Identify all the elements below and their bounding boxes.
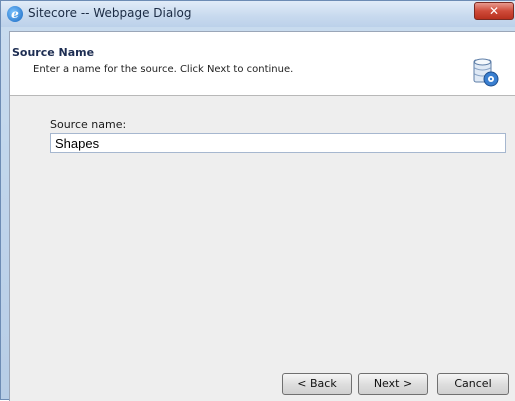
close-icon: ✕	[488, 4, 500, 18]
next-button[interactable]: Next >	[358, 373, 428, 395]
step-title: Source Name	[12, 46, 95, 59]
step-description: Enter a name for the source. Click Next …	[33, 64, 294, 75]
webpage-dialog-window: e Sitecore -- Webpage Dialog ✕ Source Na…	[0, 0, 515, 401]
title-bar[interactable]: e Sitecore -- Webpage Dialog ✕	[1, 1, 515, 27]
source-name-label: Source name:	[50, 118, 127, 131]
cancel-button[interactable]: Cancel	[437, 373, 509, 395]
close-button[interactable]: ✕	[474, 2, 514, 20]
dialog-body: Source Name Enter a name for the source.…	[9, 31, 515, 401]
back-button[interactable]: < Back	[282, 373, 352, 395]
source-name-input[interactable]	[50, 133, 506, 153]
window-title: Sitecore -- Webpage Dialog	[28, 6, 192, 20]
wizard-header: Source Name Enter a name for the source.…	[10, 32, 515, 96]
internet-explorer-icon: e	[7, 6, 23, 22]
database-source-icon	[473, 58, 499, 87]
